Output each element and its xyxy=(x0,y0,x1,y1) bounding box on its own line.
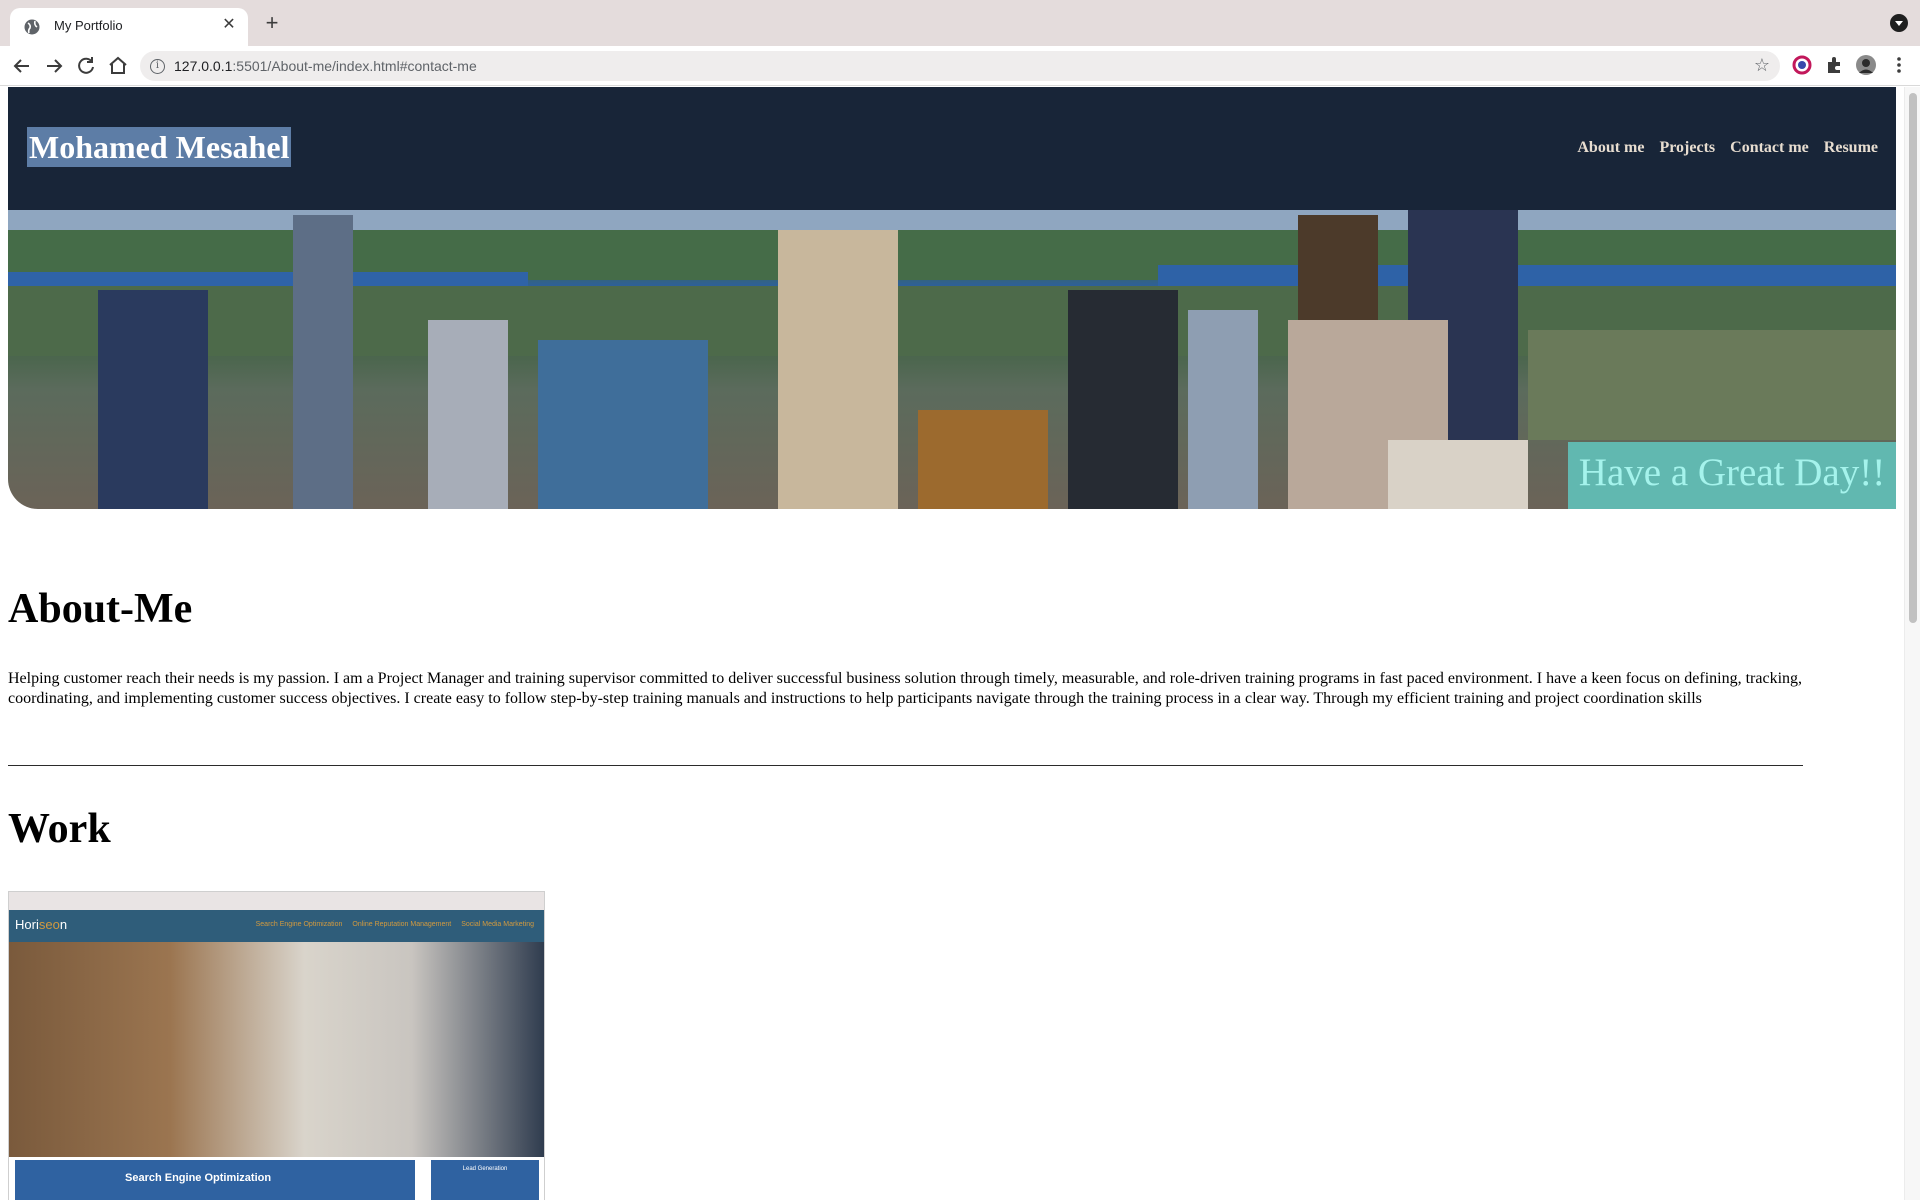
thumbnail-logo: Horiseon xyxy=(15,917,67,932)
tab-title: My Portfolio xyxy=(54,18,123,33)
browser-tab-bar: My Portfolio ✕ + xyxy=(0,0,1920,46)
nav-link-about-me[interactable]: About me xyxy=(1577,139,1644,157)
bookmark-star-icon[interactable]: ☆ xyxy=(1754,55,1770,76)
address-bar[interactable]: i 127.0.0.1:5501/About-me/index.html#con… xyxy=(140,51,1780,81)
greeting-banner: Have a Great Day!! xyxy=(1568,442,1896,509)
close-icon[interactable]: ✕ xyxy=(218,14,240,36)
browser-toolbar: i 127.0.0.1:5501/About-me/index.html#con… xyxy=(0,46,1920,86)
nav-link-contact-me[interactable]: Contact me xyxy=(1730,139,1809,157)
work-project-thumbnail[interactable]: Horiseon Search Engine Optimization Onli… xyxy=(8,891,545,1200)
url-text[interactable]: 127.0.0.1:5501/About-me/index.html#conta… xyxy=(174,58,477,74)
page-scrollbar[interactable] xyxy=(1904,87,1920,1200)
thumbnail-card-title: Search Engine Optimization xyxy=(125,1172,272,1184)
info-icon[interactable]: i xyxy=(150,59,165,74)
reload-icon[interactable] xyxy=(74,54,98,78)
thumbnail-browser-bar xyxy=(9,892,544,910)
section-divider xyxy=(8,765,1803,766)
nav-link-resume[interactable]: Resume xyxy=(1824,139,1878,157)
about-me-paragraph: Helping customer reach their needs is my… xyxy=(8,670,1803,707)
home-icon[interactable] xyxy=(106,54,130,78)
scrollbar-thumb[interactable] xyxy=(1909,93,1917,623)
work-heading: Work xyxy=(8,806,111,852)
thumbnail-team-photo xyxy=(9,942,544,1157)
greeting-text: Have a Great Day!! xyxy=(1578,451,1886,494)
browser-tab[interactable]: My Portfolio ✕ xyxy=(10,8,248,46)
thumbnail-logo-part-1: Hori xyxy=(15,917,39,932)
thumbnail-side-card: Lead Generation xyxy=(431,1160,539,1200)
thumbnail-logo-part-2: seo xyxy=(38,917,60,932)
globe-icon xyxy=(24,19,40,35)
extension-color-icon[interactable] xyxy=(1791,54,1813,76)
thumbnail-nav-item: Social Media Marketing xyxy=(461,921,534,928)
thumbnail-header: Horiseon Search Engine Optimization Onli… xyxy=(9,910,544,942)
thumbnail-card: Search Engine Optimization xyxy=(15,1160,415,1200)
thumbnail-nav-item: Search Engine Optimization xyxy=(255,921,343,928)
site-header: Mohamed Mesahel About me Projects Contac… xyxy=(8,87,1896,210)
nav-link-projects[interactable]: Projects xyxy=(1659,139,1715,157)
hero-image: Have a Great Day!! xyxy=(8,210,1896,509)
extensions-puzzle-icon[interactable] xyxy=(1823,54,1845,76)
about-me-heading: About-Me xyxy=(8,586,193,632)
profile-avatar-icon[interactable] xyxy=(1855,54,1877,76)
new-tab-icon[interactable]: + xyxy=(260,12,284,36)
url-path: :5501/About-me/index.html#contact-me xyxy=(232,58,477,74)
tab-search-icon[interactable] xyxy=(1890,14,1908,32)
thumbnail-nav-item: Online Reputation Management xyxy=(352,921,452,928)
page-viewport: Mohamed Mesahel About me Projects Contac… xyxy=(0,87,1904,1200)
site-title: Mohamed Mesahel xyxy=(27,127,292,167)
site-nav: About me Projects Contact me Resume xyxy=(1577,139,1878,157)
browser-menu-icon[interactable] xyxy=(1888,54,1910,76)
back-icon[interactable] xyxy=(10,54,34,78)
url-host: 127.0.0.1 xyxy=(174,58,233,74)
thumbnail-logo-part-3: n xyxy=(59,917,68,932)
forward-icon[interactable] xyxy=(42,54,66,78)
thumbnail-nav: Search Engine Optimization Online Reputa… xyxy=(256,921,534,928)
thumbnail-side-title: Lead Generation xyxy=(462,1166,508,1172)
